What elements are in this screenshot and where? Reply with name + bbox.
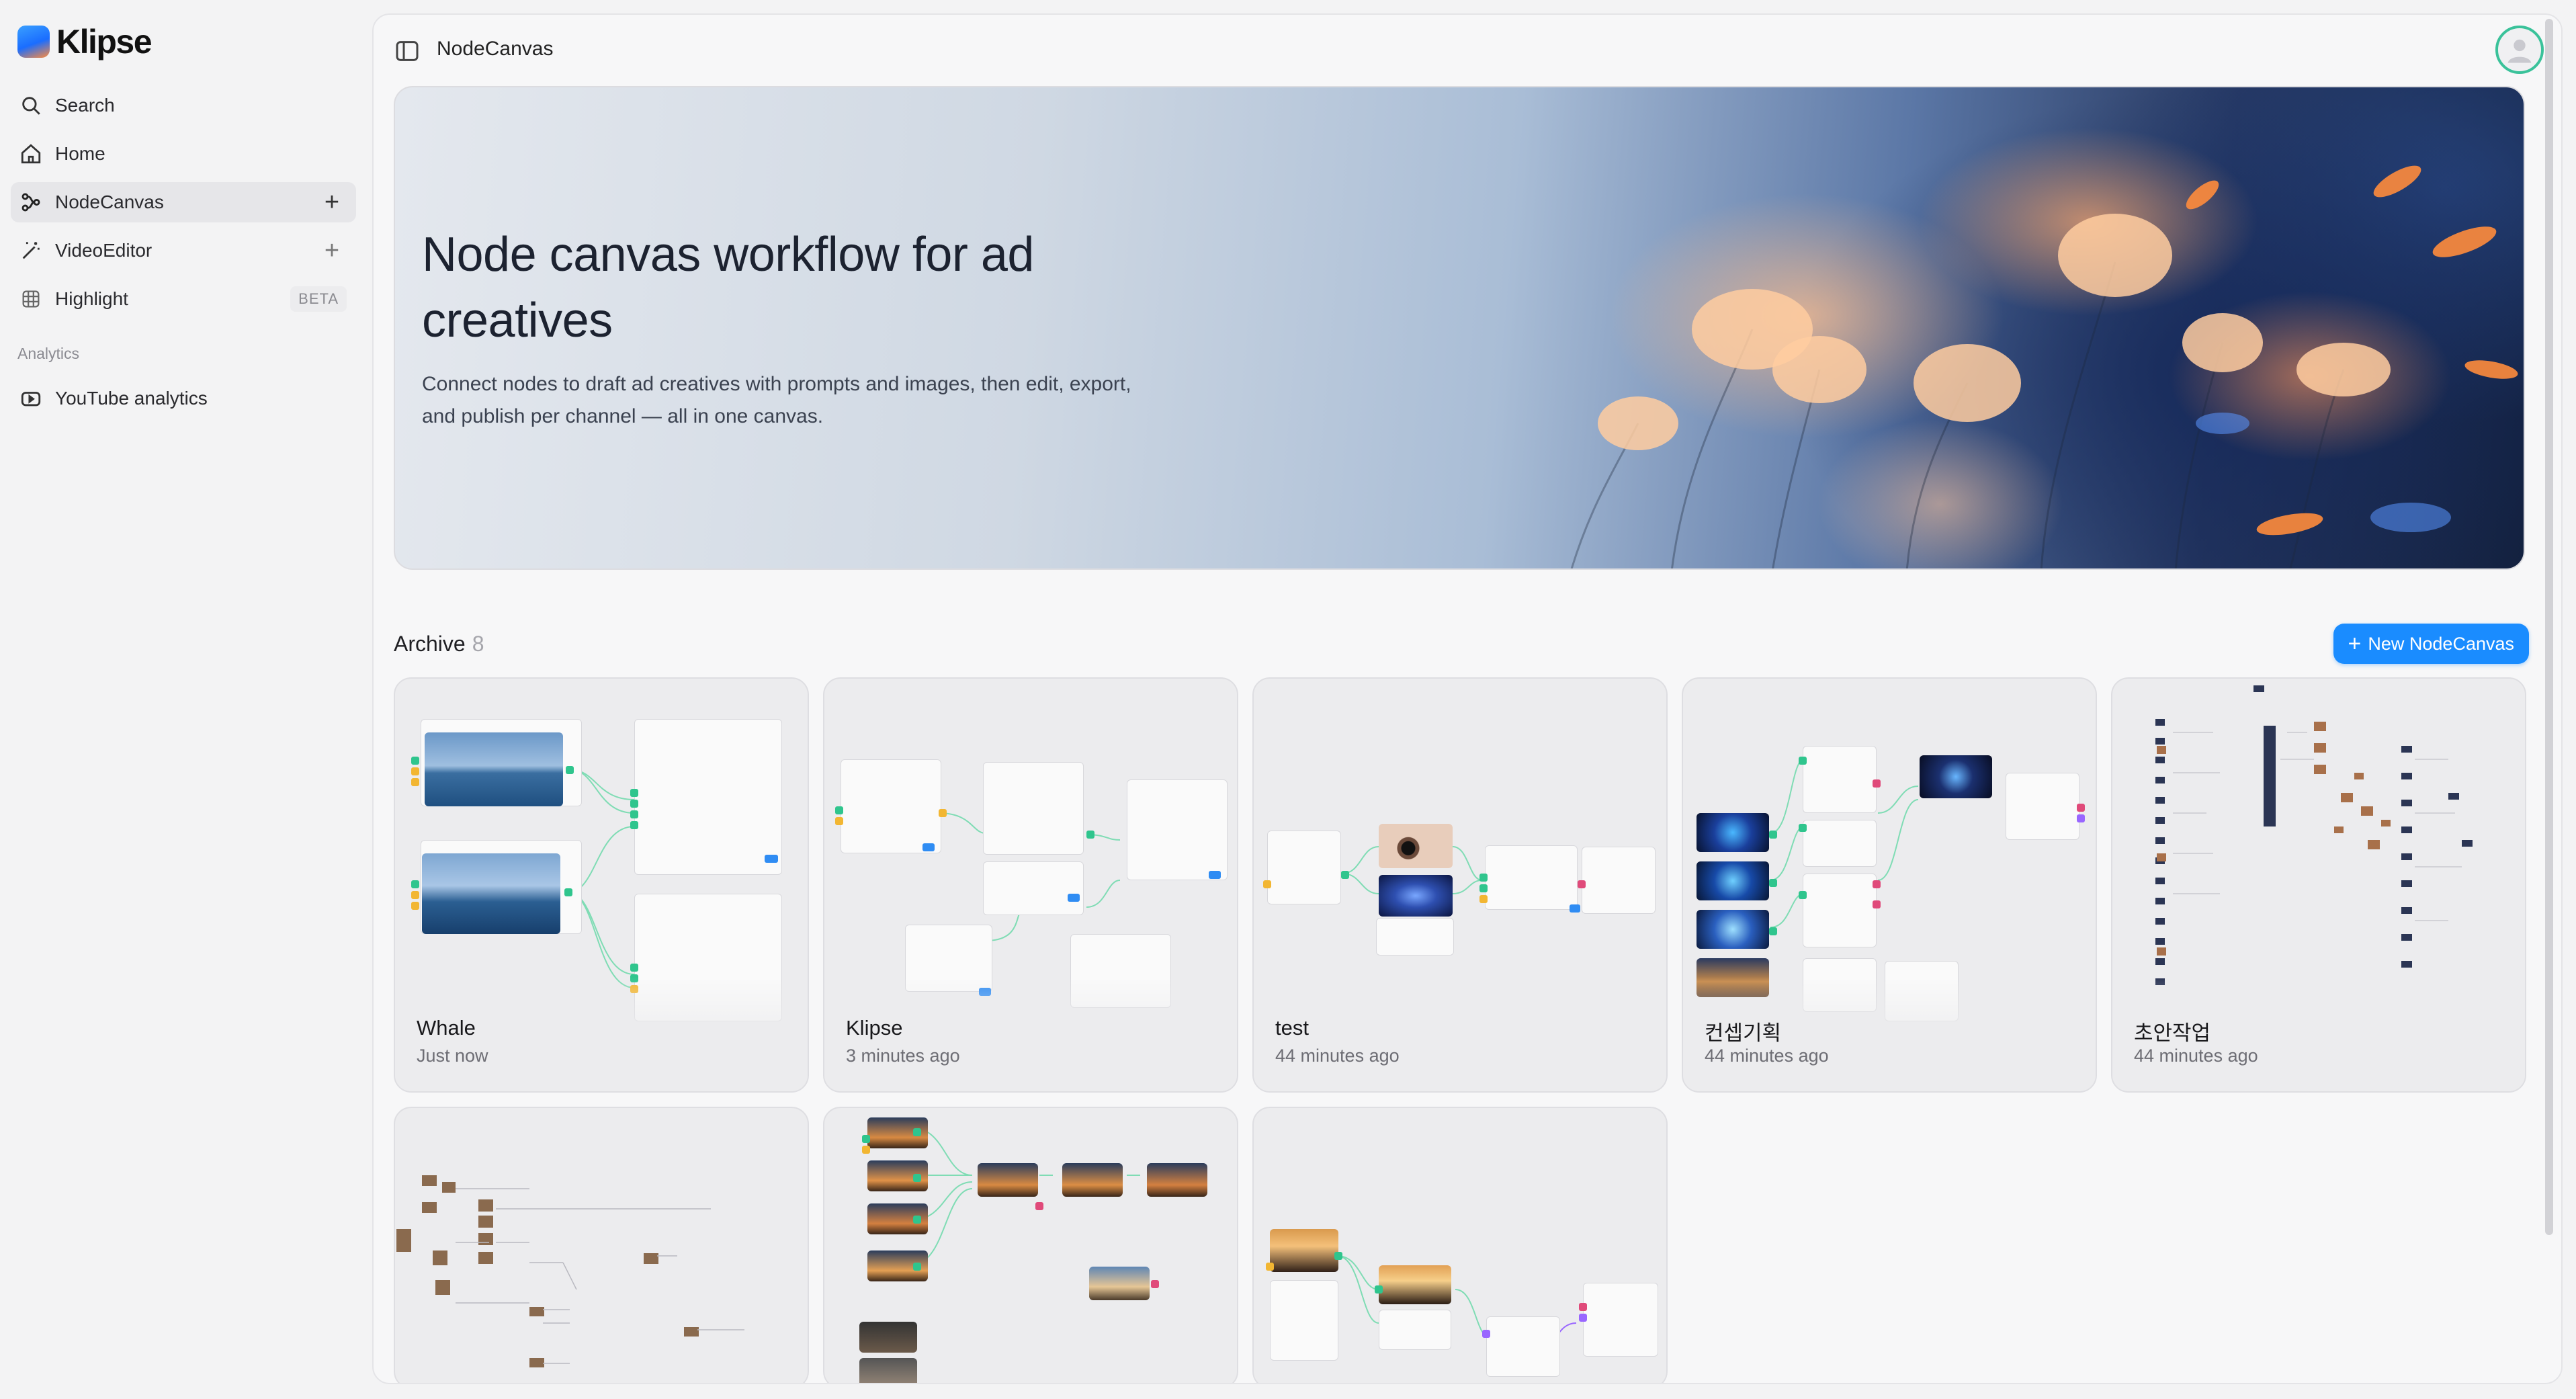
analytics-section-label: Analytics <box>17 345 80 362</box>
canvas-card-8[interactable] <box>1252 1107 1668 1383</box>
new-nodecanvas-button[interactable]: + New NodeCanvas <box>2333 624 2529 664</box>
canvas-card-whale[interactable]: Whale Just now <box>394 677 809 1093</box>
card-timestamp: 44 minutes ago <box>2134 1046 2258 1066</box>
user-icon <box>2507 39 2532 63</box>
new-nodecanvas-label: New NodeCanvas <box>2368 633 2514 654</box>
hero-banner: Node canvas workflow for ad creatives Co… <box>394 86 2525 570</box>
grid-icon <box>11 279 51 319</box>
sidebar-item-label: Search <box>55 95 115 116</box>
sidebar-item-nodecanvas[interactable]: NodeCanvas + <box>11 182 356 222</box>
add-videoeditor-button[interactable]: + <box>317 236 347 265</box>
canvas-card-7[interactable] <box>823 1107 1238 1383</box>
archive-label: Archive <box>394 632 466 656</box>
main-panel: NodeCanvas Node canvas workflow for ad c… <box>372 13 2563 1384</box>
home-icon <box>11 134 51 174</box>
sidebar-item-highlight[interactable]: Highlight BETA <box>11 279 356 319</box>
node-graph-icon <box>11 182 51 222</box>
canvas-card-6[interactable] <box>394 1107 809 1383</box>
card-title: test <box>1275 1016 1309 1040</box>
sidebar-item-youtube-analytics[interactable]: YouTube analytics <box>11 378 356 419</box>
beta-badge: BETA <box>290 286 347 312</box>
page-title: NodeCanvas <box>437 38 554 60</box>
sidebar-item-home[interactable]: Home <box>11 134 356 174</box>
canvas-preview <box>1254 679 1666 1091</box>
brand-name: Klipse <box>56 23 153 60</box>
topbar: NodeCanvas <box>374 15 2561 89</box>
plus-icon: + <box>2348 631 2362 656</box>
card-timestamp: 3 minutes ago <box>846 1046 960 1066</box>
sidebar-item-label: Highlight <box>55 288 128 309</box>
canvas-card-klipse[interactable]: Klipse 3 minutes ago <box>823 677 1238 1093</box>
canvas-card-draft[interactable]: 초안작업 44 minutes ago <box>2111 677 2526 1093</box>
card-title: Klipse <box>846 1016 903 1040</box>
sidebar-toggle-icon[interactable] <box>394 38 421 65</box>
sidebar-item-label: VideoEditor <box>55 240 153 261</box>
sidebar-item-label: NodeCanvas <box>55 192 164 212</box>
canvas-preview <box>824 1108 1237 1383</box>
canvas-preview <box>395 1108 808 1383</box>
card-title: 컨셉기획 <box>1705 1021 1782 1045</box>
youtube-icon <box>11 378 51 419</box>
sidebar-item-videoeditor[interactable]: VideoEditor + <box>11 230 356 271</box>
sidebar: Klipse Search Home NodeCanvas + VideoEdi… <box>0 0 371 1399</box>
archive-count: 8 <box>472 632 484 656</box>
canvas-preview <box>1254 1108 1666 1383</box>
archive-heading: Archive 8 <box>394 632 484 656</box>
sidebar-item-label: YouTube analytics <box>55 388 208 409</box>
magic-wand-icon <box>11 230 51 271</box>
main-scrollbar[interactable] <box>2545 19 2553 1235</box>
add-nodecanvas-button[interactable]: + <box>317 187 347 217</box>
card-timestamp: 44 minutes ago <box>1705 1046 1829 1066</box>
hero-title: Node canvas workflow for ad creatives <box>422 228 1034 347</box>
canvas-card-test[interactable]: test 44 minutes ago <box>1252 677 1668 1093</box>
search-icon <box>11 85 51 126</box>
card-timestamp: Just now <box>417 1046 488 1066</box>
card-title: 초안작업 <box>2134 1021 2211 1045</box>
card-title: Whale <box>417 1016 476 1040</box>
hero-description: Connect nodes to draft ad creatives with… <box>422 373 1131 427</box>
sidebar-item-search[interactable]: Search <box>11 85 356 126</box>
avatar[interactable] <box>2495 26 2544 74</box>
brand-logo[interactable]: Klipse <box>17 20 153 63</box>
canvas-card-concept[interactable]: 컨셉기획 44 minutes ago <box>1682 677 2097 1093</box>
sidebar-item-label: Home <box>55 143 105 164</box>
klipse-logo-icon <box>17 26 50 58</box>
card-timestamp: 44 minutes ago <box>1275 1046 1400 1066</box>
